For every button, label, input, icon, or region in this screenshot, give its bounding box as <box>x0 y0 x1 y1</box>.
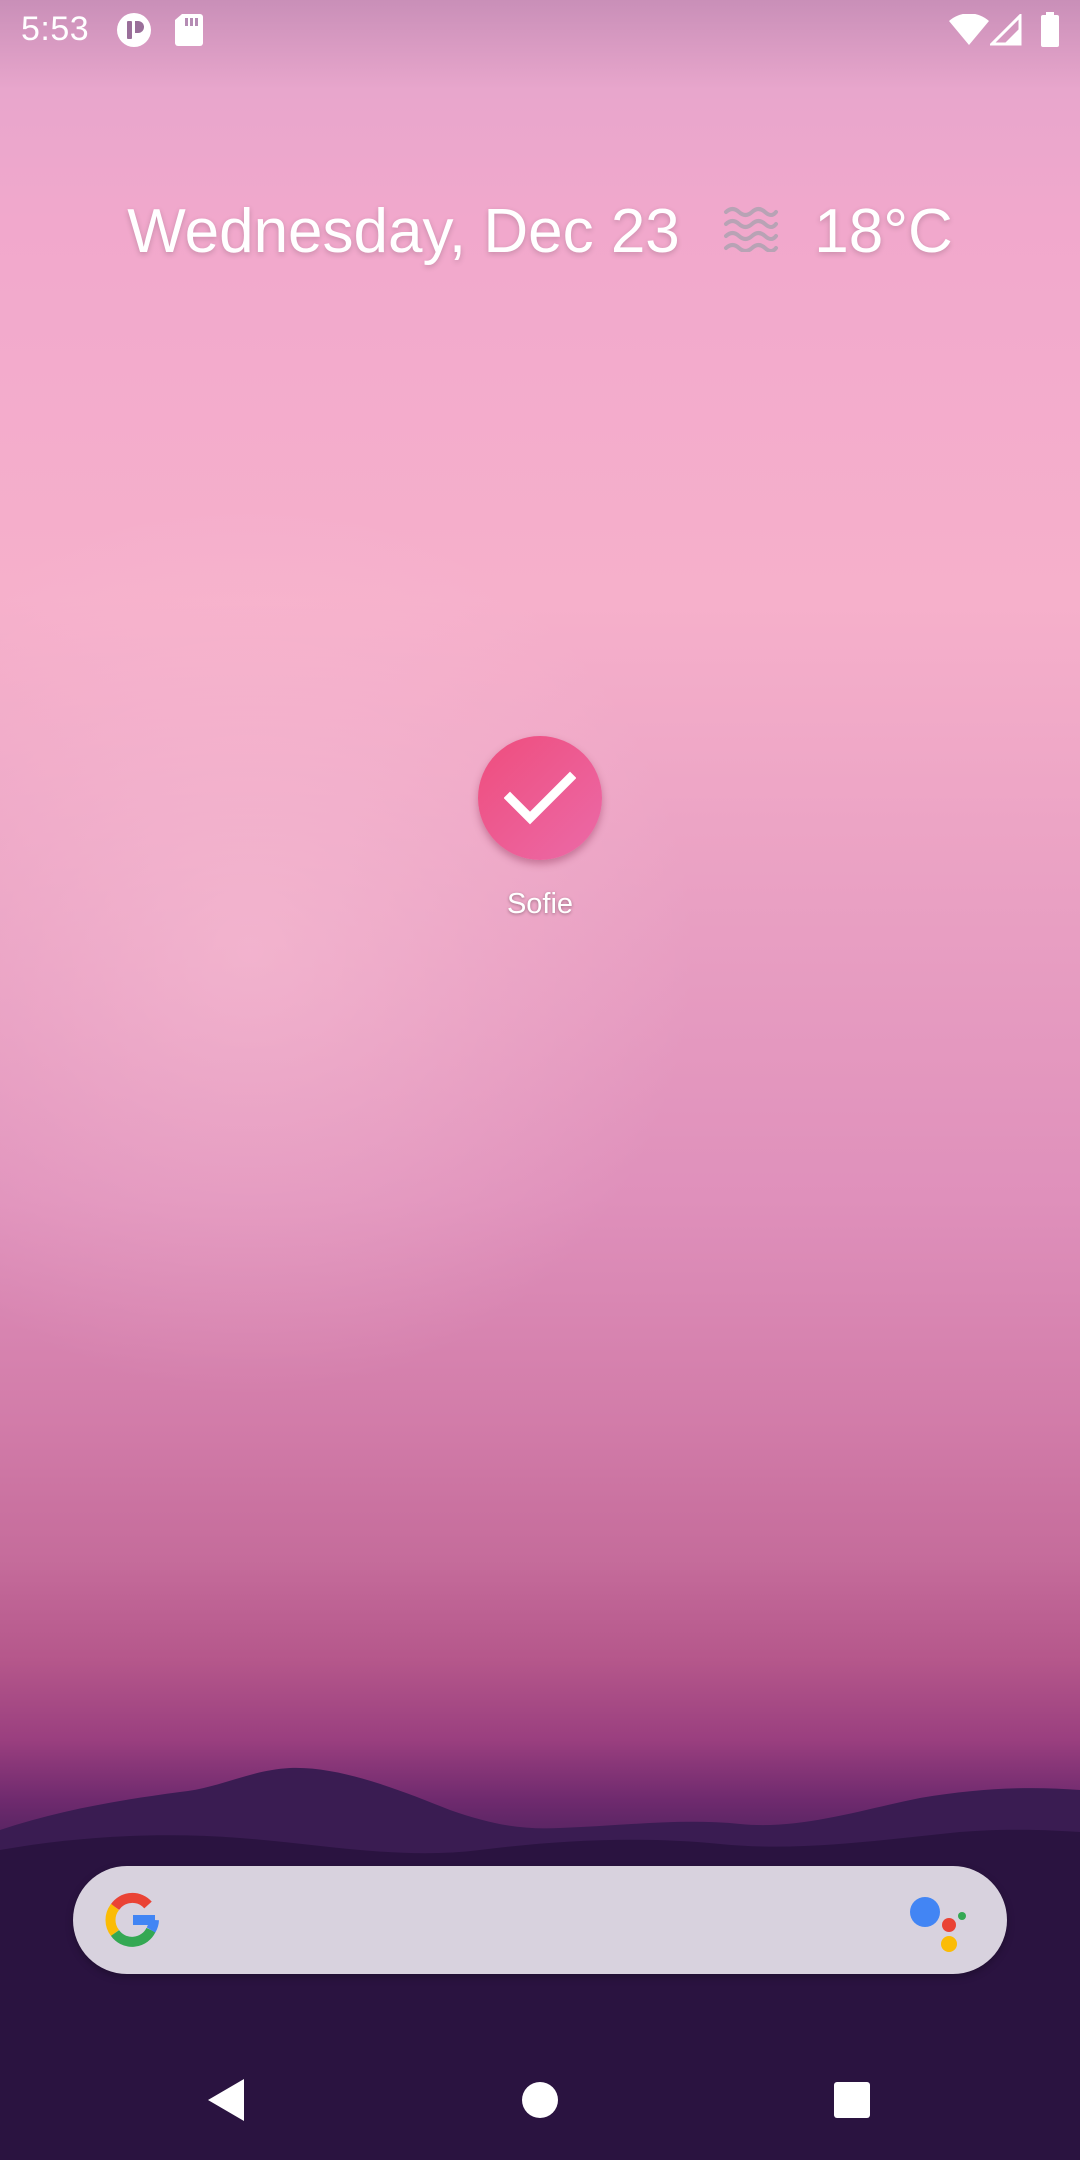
temperature-text[interactable]: 18°C <box>814 197 953 266</box>
search-input[interactable] <box>183 1866 887 1976</box>
back-icon <box>208 2079 244 2121</box>
google-search-bar[interactable] <box>73 1866 1007 1976</box>
battery-icon <box>1040 12 1060 53</box>
cell-signal-icon <box>988 12 1022 51</box>
back-button[interactable] <box>196 2060 256 2140</box>
app-notification-icon <box>116 12 152 53</box>
home-button[interactable] <box>510 2060 570 2140</box>
app-label: Sofie <box>506 888 574 920</box>
haze-icon <box>723 196 779 267</box>
home-icon <box>522 2082 558 2118</box>
check-icon <box>504 771 576 825</box>
status-time: 5:53 <box>21 10 90 48</box>
at-a-glance-widget[interactable]: Wednesday, Dec 23 18°C <box>0 192 1080 267</box>
wallpaper-glow <box>0 500 700 1400</box>
app-shortcut-sofie[interactable]: Sofie <box>470 734 610 921</box>
google-g-logo[interactable] <box>103 1890 163 1955</box>
recents-button[interactable] <box>822 2060 882 2140</box>
app-icon-sofie[interactable] <box>478 736 602 860</box>
sd-card-icon <box>174 12 204 53</box>
date-text[interactable]: Wednesday, Dec 23 <box>127 197 680 266</box>
status-bar: 5:53 <box>0 0 1080 63</box>
home-screen: 5:53 Wednesday, Dec 23 18°C Sofie <box>0 0 1080 2160</box>
recents-icon <box>834 2082 870 2118</box>
wifi-icon <box>948 13 990 51</box>
google-assistant-icon[interactable] <box>909 1892 969 1957</box>
